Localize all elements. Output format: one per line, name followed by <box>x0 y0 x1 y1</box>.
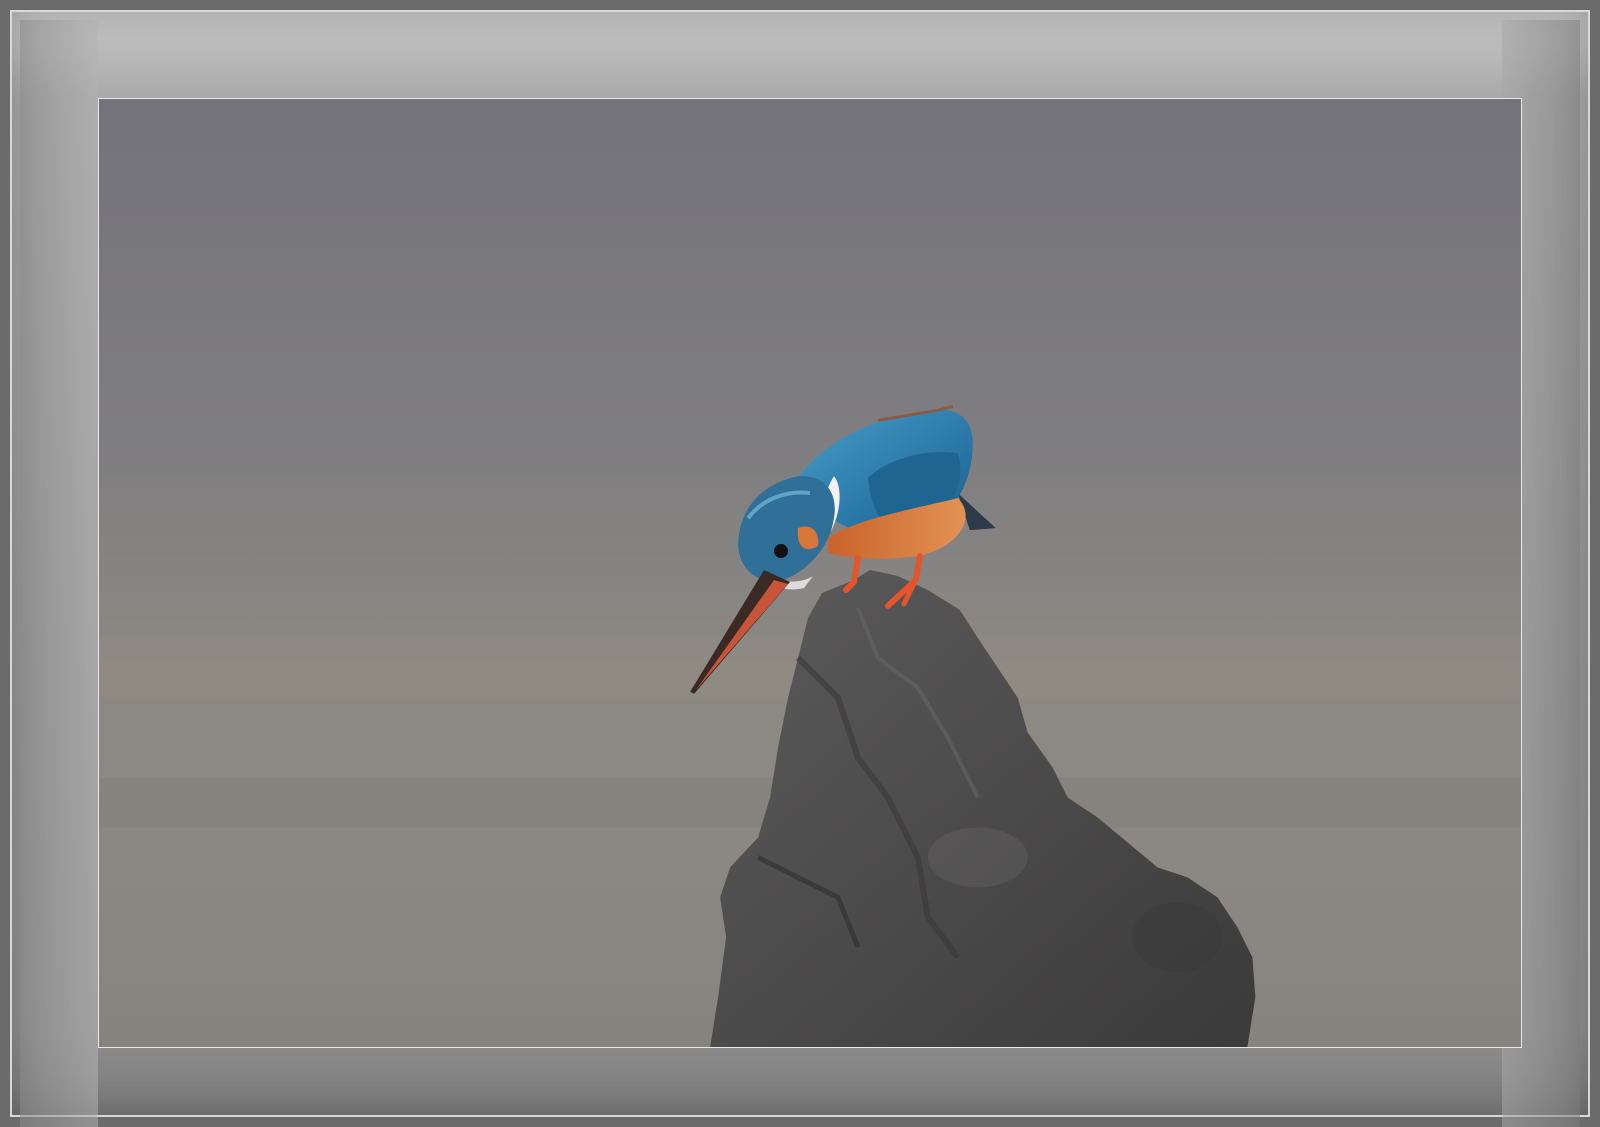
picture-frame <box>0 0 1600 1127</box>
photo-canvas <box>99 99 1521 1047</box>
frame-bevel-left <box>20 20 98 1127</box>
photograph <box>98 98 1522 1048</box>
